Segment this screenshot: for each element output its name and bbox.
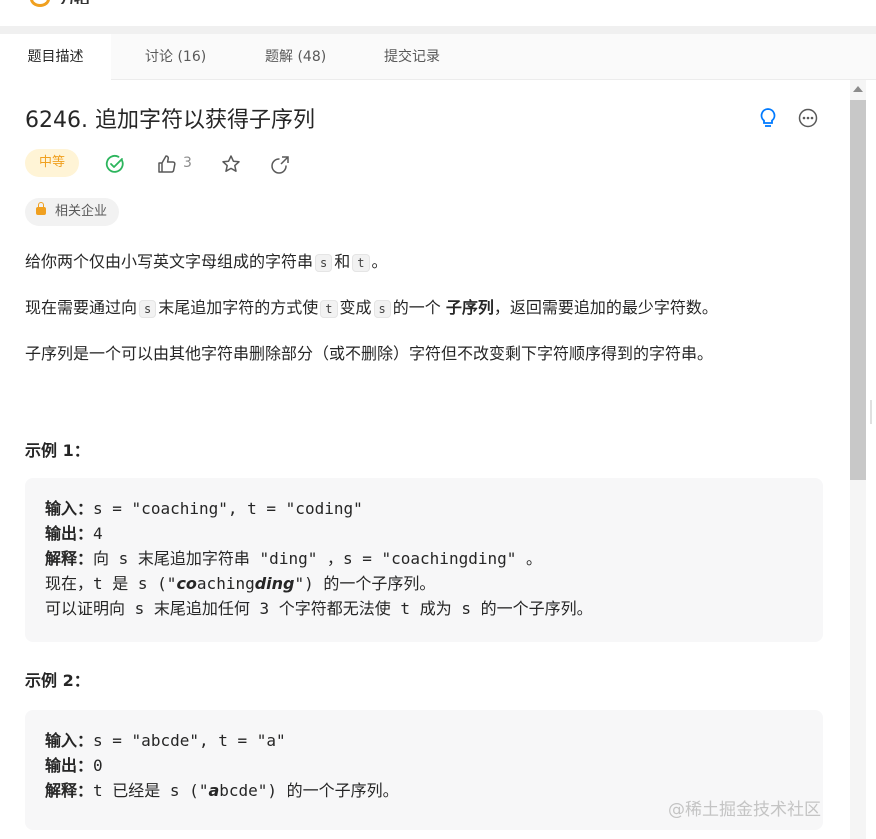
p2-text-b: 末尾追加字符的方式使 — [158, 298, 319, 317]
example-2-title: 示例 2： — [25, 671, 90, 690]
hint-bulb-icon[interactable] — [756, 106, 780, 130]
highlight-co: co — [176, 574, 197, 593]
highlight-ding: ding — [254, 574, 295, 593]
emphasis-subsequence: 子序列 — [445, 298, 494, 317]
example-1-explain-line-3: 可以证明向 s 末尾追加任何 3 个字符都无法使 t 成为 s 的一个子序列。 — [45, 599, 593, 618]
example-2-input: 输入：s = "abcde", t = "a" — [45, 729, 286, 753]
explain-text: aching — [196, 574, 255, 593]
explain-label: 解释： — [45, 549, 94, 568]
explain-text: bcde") 的一个子序列。 — [219, 781, 399, 800]
explain-text: t 已经是 s (" — [93, 781, 209, 800]
p2-text-c: 变成 — [339, 298, 372, 317]
tab-submissions[interactable]: 提交记录 — [384, 34, 440, 80]
output-value: 4 — [93, 524, 103, 543]
inline-code-s: s — [373, 300, 391, 318]
lock-icon — [36, 202, 46, 215]
likes-count: 3 — [183, 155, 192, 171]
inline-code-s: s — [315, 254, 333, 272]
logo-text: 力扣 — [58, 0, 98, 4]
p1-text-c: 。 — [371, 252, 388, 271]
example-2-explain: 解释：t 已经是 s ("abcde") 的一个子序列。 — [45, 779, 399, 803]
right-edge-panel — [866, 80, 876, 839]
example-1-title: 示例 1： — [25, 441, 90, 460]
explain-value: 向 s 末尾追加字符串 "ding" ，s = "coachingding" 。 — [93, 549, 543, 568]
scroll-up-arrow-icon[interactable] — [853, 86, 863, 92]
share-icon[interactable] — [270, 153, 292, 175]
accepted-check-icon — [104, 153, 126, 175]
description-paragraph-1: 给你两个仅由小写英文字母组成的字符串 s 和 t。 — [25, 250, 388, 275]
highlight-a: a — [208, 781, 220, 800]
inline-code-t: t — [320, 300, 338, 318]
thumbs-up-icon[interactable] — [156, 153, 178, 175]
leetcode-logo-icon[interactable] — [30, 0, 50, 7]
problem-title: 6246. 追加字符以获得子序列 — [25, 108, 315, 133]
input-value: s = "coaching", t = "coding" — [93, 499, 363, 518]
description-paragraph-2: 现在需要通过向 s 末尾追加字符的方式使 t 变成 s 的一个 子序列，返回需要追加的最少字… — [25, 296, 718, 321]
explain-text: ") 的一个子序列。 — [294, 574, 436, 593]
difficulty-badge: 中等 — [25, 149, 79, 177]
example-1-input: 输入：s = "coaching", t = "coding" — [45, 497, 363, 521]
watermark: @稀土掘金技术社区 — [668, 800, 821, 820]
tab-bar: 题目描述 讨论 (16) 题解 (48) 提交记录 — [0, 34, 876, 80]
input-label: 输入： — [45, 499, 94, 518]
tab-description[interactable]: 题目描述 — [0, 34, 111, 80]
p2-text-e: ，返回需要追加的最少字符数。 — [493, 298, 718, 317]
example-1-output: 输出：4 — [45, 522, 103, 546]
problem-content: 6246. 追加字符以获得子序列 中等 3 相关企业 给你两个仅由小写英文字母组… — [0, 80, 850, 839]
description-paragraph-3: 子序列是一个可以由其他字符串删除部分（或不删除）字符但不改变剩下字符顺序得到的字… — [25, 344, 714, 363]
explain-text: 现在，t 是 s (" — [45, 574, 177, 593]
company-tag-label: 相关企业 — [55, 204, 108, 219]
example-2-output: 输出：0 — [45, 754, 103, 778]
example-1-explain-line-2: 现在，t 是 s ("coachingding") 的一个子序列。 — [45, 572, 435, 596]
p2-text-a: 现在需要通过向 — [25, 298, 138, 317]
more-options-icon[interactable] — [796, 106, 820, 130]
output-value: 0 — [93, 756, 103, 775]
inline-code-s: s — [139, 300, 157, 318]
p1-text-a: 给你两个仅由小写英文字母组成的字符串 — [25, 252, 314, 271]
tab-solutions[interactable]: 题解 (48) — [265, 34, 326, 80]
example-1-explain: 解释：向 s 末尾追加字符串 "ding" ，s = "coachingding… — [45, 547, 542, 571]
output-label: 输出： — [45, 756, 94, 775]
panel-resize-handle[interactable] — [870, 400, 872, 424]
star-icon[interactable] — [220, 153, 242, 175]
input-value: s = "abcde", t = "a" — [93, 731, 286, 750]
output-label: 输出： — [45, 524, 94, 543]
inline-code-t: t — [352, 254, 370, 272]
p2-text-d: 的一个 — [392, 298, 441, 317]
top-bar: 力扣 — [0, 0, 876, 26]
example-1-block: 输入：s = "coaching", t = "coding" 输出：4 解释：… — [25, 478, 823, 642]
scrollbar-thumb[interactable] — [850, 100, 866, 480]
input-label: 输入： — [45, 731, 94, 750]
p1-text-b: 和 — [334, 252, 351, 271]
related-companies-tag[interactable]: 相关企业 — [25, 198, 120, 226]
header-gap — [0, 26, 876, 34]
explain-label: 解释： — [45, 781, 94, 800]
vertical-scrollbar[interactable] — [850, 80, 866, 839]
tab-discussion[interactable]: 讨论 (16) — [145, 34, 206, 80]
